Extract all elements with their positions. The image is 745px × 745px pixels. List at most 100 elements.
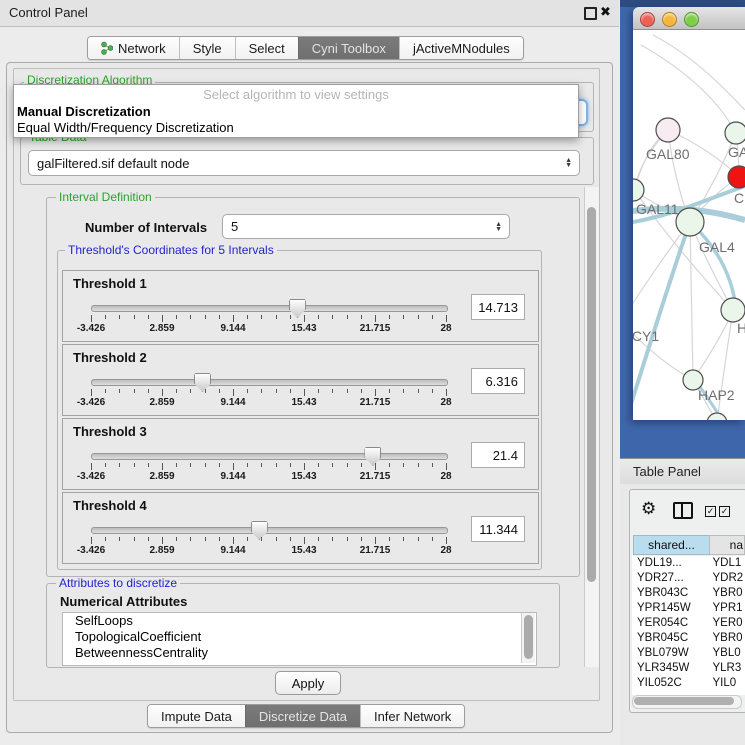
algorithm-popup-item[interactable]: Equal Width/Frequency Discretization [14, 120, 578, 136]
attribute-list-item[interactable]: BetweennessCentrality [63, 645, 536, 661]
tab-label: Style [193, 41, 222, 56]
cell-shared-name[interactable]: YIL052C [632, 676, 709, 691]
algorithm-popup-item[interactable]: Manual Discretization [14, 104, 578, 120]
network-node-ga[interactable] [725, 122, 745, 144]
slider-tick [375, 463, 376, 470]
table-row[interactable]: YIL052CYIL0 [632, 676, 745, 691]
tab-jactivemnodules[interactable]: jActiveMNodules [399, 37, 523, 59]
threshold-value-field[interactable]: 14.713 [471, 294, 525, 320]
threshold-panel-4: Threshold 4-3.4262.8599.14415.4321.71528… [62, 492, 539, 564]
slider-tick [290, 315, 291, 319]
threshold-slider-track[interactable] [91, 305, 448, 312]
table-data-combobox[interactable]: galFiltered.sif default node ▲▼ [28, 150, 580, 176]
table-row[interactable]: YDL19...YDL1 [632, 556, 745, 571]
table-row[interactable]: YBR045CYBR0 [632, 631, 745, 646]
threshold-slider-track[interactable] [91, 527, 448, 534]
columns-icon[interactable] [673, 502, 693, 519]
column-header-shared-name[interactable]: shared... [633, 535, 710, 555]
cell-name[interactable]: YDR2 [709, 571, 745, 586]
table-row[interactable]: YER054CYER0 [632, 616, 745, 631]
traffic-light-zoom-icon[interactable] [684, 12, 699, 27]
tab-infer-network[interactable]: Infer Network [360, 705, 464, 727]
cell-shared-name[interactable]: YLR345W [632, 661, 709, 676]
cell-shared-name[interactable]: YPR145W [632, 601, 709, 616]
cell-name[interactable]: YER0 [709, 616, 745, 631]
table-row[interactable]: YPR145WYPR1 [632, 601, 745, 616]
network-window-titlebar[interactable] [633, 7, 745, 30]
threshold-slider-thumb[interactable] [251, 521, 268, 540]
tab-cyni-toolbox[interactable]: Cyni Toolbox [298, 37, 399, 59]
threshold-value-field[interactable]: 11.344 [471, 516, 525, 542]
table-row[interactable]: YBR043CYBR0 [632, 586, 745, 601]
gear-icon[interactable]: ⚙ [641, 499, 656, 519]
network-node-gal11[interactable] [633, 179, 644, 201]
table-toolbar: ⚙ ✓ ✓ [629, 495, 745, 525]
network-node-label: GAL11 [636, 201, 679, 217]
cell-shared-name[interactable]: YDR27... [632, 571, 709, 586]
network-node-label: HAP2 [698, 387, 735, 403]
attribute-list-item[interactable]: TopologicalCoefficient [63, 629, 536, 645]
select-none-checkbox-icon[interactable]: ✓ [719, 506, 730, 517]
cell-name[interactable]: YBL0 [709, 646, 745, 661]
tab-discretize-data[interactable]: Discretize Data [245, 705, 360, 727]
network-node-label: GCY1 [633, 328, 659, 344]
numerical-attributes-list[interactable]: SelfLoopsTopologicalCoefficientBetweenne… [62, 612, 537, 666]
slider-tick [219, 315, 220, 319]
tab-network[interactable]: Network [88, 37, 179, 59]
tab-label: Cyni Toolbox [312, 41, 386, 56]
cell-shared-name[interactable]: YBR043C [632, 586, 709, 601]
threshold-value-field[interactable]: 21.4 [471, 442, 525, 468]
table-row[interactable]: YDR27...YDR2 [632, 571, 745, 586]
slider-tick [247, 389, 248, 393]
table-row[interactable]: YBL079WYBL0 [632, 646, 745, 661]
column-header-name[interactable]: na [709, 535, 745, 555]
attribute-list-item[interactable]: SelfLoops [63, 613, 536, 629]
attributes-list-scrollbar-thumb[interactable] [524, 615, 533, 659]
slider-tick [190, 537, 191, 541]
traffic-light-minimize-icon[interactable] [662, 12, 677, 27]
number-of-intervals-combobox[interactable]: 5 ▲▼ [222, 214, 510, 239]
cell-shared-name[interactable]: YBR045C [632, 631, 709, 646]
cell-name[interactable]: YPR1 [709, 601, 745, 616]
threshold-slider-thumb[interactable] [194, 373, 211, 392]
table-rows[interactable]: YDL19...YDL1YDR27...YDR2YBR043CYBR0YPR14… [632, 556, 745, 695]
cell-name[interactable]: YIL0 [709, 676, 745, 691]
table-row[interactable]: YLR345WYLR3 [632, 661, 745, 676]
table-horizontal-scrollbar[interactable] [632, 695, 742, 709]
network-canvas[interactable]: GAL80GACGAL11GAL4GCY1HHAP2 [633, 30, 745, 420]
network-window: GAL80GACGAL11GAL4GCY1HHAP2 [633, 7, 745, 420]
numerical-attributes-label: Numerical Attributes [60, 594, 187, 609]
threshold-slider-track[interactable] [91, 379, 448, 386]
cell-shared-name[interactable]: YER054C [632, 616, 709, 631]
close-icon[interactable]: ✖ [600, 4, 611, 20]
cell-name[interactable]: YBR0 [709, 631, 745, 646]
cell-shared-name[interactable]: YBL079W [632, 646, 709, 661]
table-horizontal-scrollbar-thumb[interactable] [634, 697, 734, 705]
attributes-list-scrollbar[interactable] [521, 613, 535, 663]
threshold-value-field[interactable]: 6.316 [471, 368, 525, 394]
tab-style[interactable]: Style [179, 37, 235, 59]
float-window-icon[interactable] [584, 7, 597, 20]
tab-impute-data[interactable]: Impute Data [148, 705, 245, 727]
slider-tick-label: 15.43 [276, 471, 332, 482]
network-node-gal4[interactable] [676, 208, 704, 236]
cell-name[interactable]: YLR3 [709, 661, 745, 676]
network-node-gal80[interactable] [656, 118, 680, 142]
apply-button[interactable]: Apply [275, 671, 341, 695]
tab-select[interactable]: Select [235, 37, 298, 59]
cell-shared-name[interactable]: YDL19... [632, 556, 709, 571]
network-node-h[interactable] [721, 298, 745, 322]
slider-tick [304, 537, 305, 544]
network-node-label: GA [728, 144, 745, 160]
settings-scrollbar[interactable] [584, 187, 599, 667]
traffic-light-close-icon[interactable] [640, 12, 655, 27]
threshold-slider-track[interactable] [91, 453, 448, 460]
slider-tick-label: 9.144 [205, 471, 261, 482]
cell-name[interactable]: YDL1 [709, 556, 745, 571]
cell-name[interactable]: YBR0 [709, 586, 745, 601]
network-node[interactable] [707, 413, 727, 420]
network-node-c[interactable] [728, 166, 745, 188]
select-all-checkbox-icon[interactable]: ✓ [705, 506, 716, 517]
settings-scrollbar-thumb[interactable] [587, 207, 596, 582]
threshold-slider-thumb[interactable] [364, 447, 381, 466]
